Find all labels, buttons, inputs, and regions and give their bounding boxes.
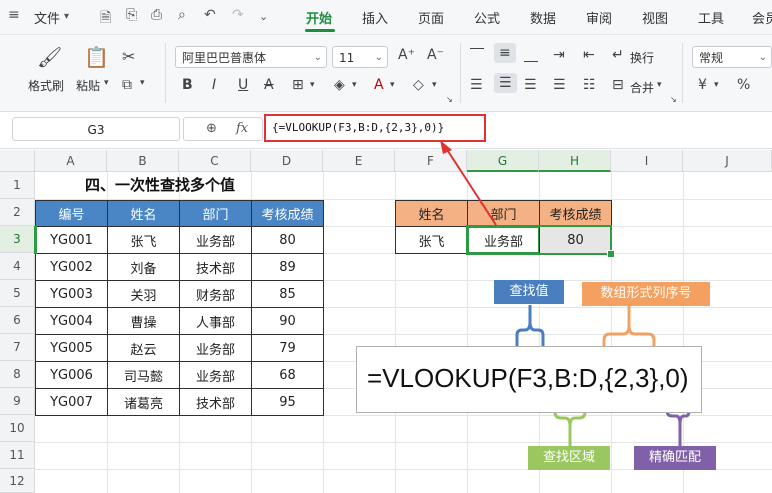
- formula-diagram: =VLOOKUP(F3,B:D,{2,3},0): [356, 346, 702, 413]
- label-array-col: 数组形式列序号: [582, 282, 710, 306]
- red-arrow-head: [440, 140, 452, 154]
- red-arrow: [445, 147, 497, 226]
- label-exact: 精确匹配: [634, 446, 716, 470]
- label-range: 查找区域: [528, 446, 610, 470]
- label-lookup-value: 查找值: [494, 280, 564, 304]
- annotation-svg: [440, 140, 691, 446]
